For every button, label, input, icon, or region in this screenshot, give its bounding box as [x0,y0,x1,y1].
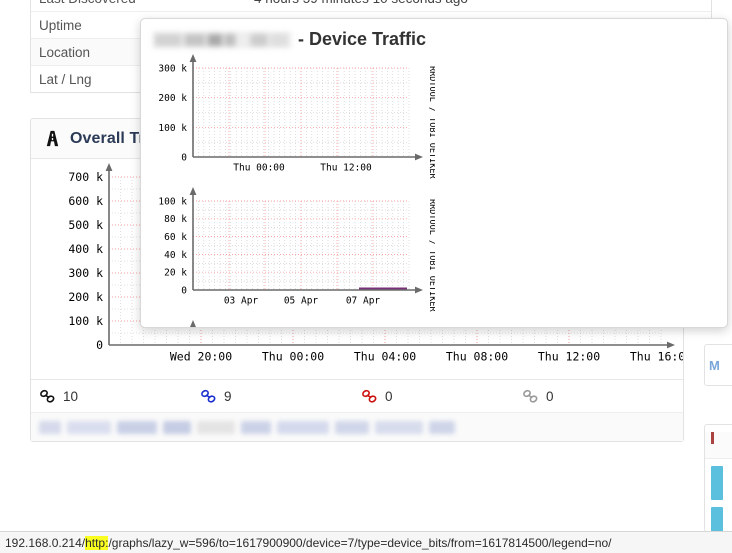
redacted-chip [375,421,423,434]
status-host: 192.168.0.214/ [5,536,85,550]
svg-text:700 k: 700 k [68,170,103,184]
bar-indicator [711,466,723,500]
popup-title-suffix: - Device Traffic [298,29,426,50]
accent-marker-icon [711,432,714,444]
svg-text:Thu 00:00: Thu 00:00 [233,163,285,174]
link-icon [200,389,217,404]
redacted-chip [241,421,271,434]
detail-value: 4 hours 59 minutes 10 seconds ago [254,0,711,6]
right-card-label: M [705,345,732,373]
svg-text:07 Apr: 07 Apr [346,296,381,307]
svg-text:Thu 12:00: Thu 12:00 [538,350,600,364]
svg-text:40 k: 40 k [164,250,187,261]
svg-text:200 k: 200 k [158,93,187,104]
redacted-chip [163,421,191,434]
svg-text:Thu 04:00: Thu 04:00 [354,350,416,364]
bar-indicator [711,507,723,532]
graph-daily[interactable]: 0 100 k 200 k 300 k Thu 00:00 Thu 12:00 RRDTOO… [141,54,435,187]
right-side-bars-card[interactable] [704,424,732,532]
svg-text:Wed 20:00: Wed 20:00 [170,350,232,364]
status-highlight: http: [85,536,108,550]
detail-key: Last Discovered [31,0,254,6]
graph-monthly-svg: 010 k20 k30 kMarch 2021RRDTOOL / TOBI OE… [141,320,435,328]
browser-status-bar: 192.168.0.214/http:/graphs/lazy_w=596/to… [0,531,732,553]
svg-text:0: 0 [96,338,103,352]
redacted-chip [39,421,61,434]
panel-title: Overall Tr [70,130,145,148]
link-counters: 10 9 [31,379,683,412]
svg-text:05 Apr: 05 Apr [284,296,319,307]
svg-text:Thu 16:00: Thu 16:00 [630,350,683,364]
svg-text:100 k: 100 k [158,196,187,207]
svg-text:60 k: 60 k [164,232,187,243]
counter-ignored-links: 0 [522,389,683,404]
counter-value: 9 [224,389,232,404]
svg-text:03 Apr: 03 Apr [224,296,259,307]
graph-daily-svg: 0 100 k 200 k 300 k Thu 00:00 Thu 12:00 RRDTOO… [141,54,435,187]
popup-title: - Device Traffic [141,19,727,54]
right-card-header [705,432,732,459]
road-icon [43,129,62,148]
redacted-chip [277,421,329,434]
svg-text:Thu 12:00: Thu 12:00 [320,163,372,174]
browser-page: Last Discovered 4 hours 59 minutes 10 se… [0,0,732,553]
svg-text:0: 0 [181,285,187,296]
link-icon [522,389,539,404]
redacted-chip [67,421,111,434]
graph-weekly-svg: 0 20 k 40 k 60 k 80 k 100 k 03 Apr 05 Apr 07 Apr… [141,187,435,320]
status-rest: /graphs/lazy_w=596/to=1617900900/device=… [108,536,611,550]
graph-popup-window[interactable]: - Device Traffic 0 100 k 200 k 300 k Thu 00:… [140,18,728,328]
graph-grid: 0 100 k 200 k 300 k Thu 00:00 Thu 12:00 RRDTOO… [141,54,727,328]
redacted-chip [335,421,369,434]
svg-text:Thu 08:00: Thu 08:00 [446,350,508,364]
graph-weekly[interactable]: 0 20 k 40 k 60 k 80 k 100 k 03 Apr 05 Apr 07 Apr… [141,187,435,320]
svg-text:100 k: 100 k [68,314,103,328]
svg-text:Thu 00:00: Thu 00:00 [262,350,324,364]
counter-up-links: 9 [200,389,361,404]
svg-text:RRDTOOL / TOBI OETIKER: RRDTOOL / TOBI OETIKER [427,199,435,312]
redacted-chip [117,421,157,434]
graph-monthly[interactable]: 010 k20 k30 kMarch 2021RRDTOOL / TOBI OE… [141,320,435,328]
redacted-chip [197,421,235,434]
svg-text:20 k: 20 k [164,268,187,279]
counter-value: 0 [385,389,393,404]
svg-text:RRDTOOL / TOBI OETIKER: RRDTOOL / TOBI OETIKER [427,66,435,179]
redacted-text-row [31,412,683,441]
counter-value: 0 [546,389,554,404]
svg-text:300 k: 300 k [158,63,187,74]
redacted-device-name-svg [153,32,291,48]
svg-text:500 k: 500 k [68,218,103,232]
svg-text:300 k: 300 k [68,266,103,280]
svg-text:80 k: 80 k [164,214,187,225]
redacted-chip [429,421,455,434]
counter-value: 10 [63,389,78,404]
svg-text:400 k: 400 k [68,242,103,256]
svg-text:200 k: 200 k [68,290,103,304]
right-side-card[interactable]: M [704,344,732,386]
link-icon [39,389,56,404]
svg-text:600 k: 600 k [68,194,103,208]
svg-text:0: 0 [181,152,187,163]
svg-text:100 k: 100 k [158,123,187,134]
counter-total-links: 10 [39,389,200,404]
link-icon [361,389,378,404]
counter-down-links: 0 [361,389,522,404]
table-row: Last Discovered 4 hours 59 minutes 10 se… [31,0,711,11]
redacted-device-name [153,32,291,48]
